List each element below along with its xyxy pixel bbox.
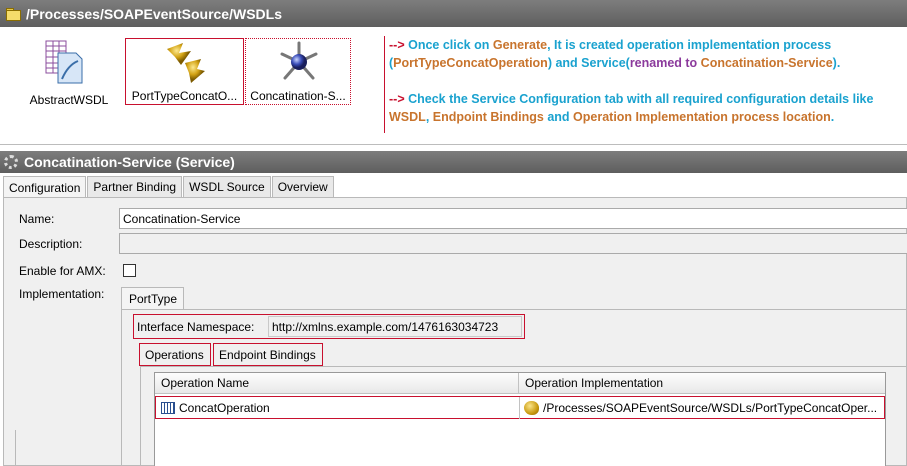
- operations-table: Operation Name Operation Implementation …: [154, 372, 886, 466]
- operation-name-cell: ConcatOperation: [156, 397, 520, 419]
- path-bar-title: /Processes/SOAPEventSource/WSDLs: [26, 5, 282, 22]
- name-field[interactable]: Concatination-Service: [119, 208, 907, 229]
- operation-implementation-cell: /Processes/SOAPEventSource/WSDLs/PortTyp…: [520, 397, 884, 419]
- annotation-line-1: --> Once click on Generate, It is create…: [389, 38, 841, 70]
- column-header-operation-implementation[interactable]: Operation Implementation: [519, 373, 885, 394]
- interface-namespace-field[interactable]: http://xmlns.example.com/1476163034723: [268, 316, 522, 337]
- resource-label: PortTypeConcatO...: [131, 89, 238, 103]
- tab-partner-binding[interactable]: Partner Binding: [87, 176, 183, 197]
- implementation-label: Implementation:: [19, 287, 105, 301]
- tab-overview[interactable]: Overview: [271, 176, 334, 197]
- operation-name: ConcatOperation: [179, 401, 270, 415]
- service-node-icon: [280, 41, 318, 80]
- tab-wsdl-source[interactable]: WSDL Source: [183, 176, 271, 197]
- annotation-line-2: --> Check the Service Configuration tab …: [389, 92, 874, 124]
- service-title: Concatination-Service (Service): [24, 154, 235, 170]
- resource-label: AbstractWSDL: [29, 93, 109, 107]
- process-gears-icon: [167, 43, 205, 83]
- resource-abstract-wsdl[interactable]: AbstractWSDL: [24, 31, 114, 109]
- description-field[interactable]: [119, 233, 907, 254]
- enable-amx-checkbox[interactable]: [123, 264, 136, 277]
- table-row[interactable]: ConcatOperation /Processes/SOAPEventSour…: [155, 396, 885, 419]
- annotation-note: --> Once click on Generate, It is create…: [384, 36, 884, 133]
- description-label: Description:: [19, 237, 83, 251]
- tab-port-type[interactable]: PortType: [121, 287, 184, 310]
- config-tabs: Configuration Partner Binding WSDL Sourc…: [3, 176, 335, 198]
- resource-port-type-process[interactable]: PortTypeConcatO...: [125, 38, 244, 105]
- tab-operations[interactable]: Operations: [139, 343, 211, 366]
- tab-configuration[interactable]: Configuration: [3, 176, 87, 198]
- column-header-operation-name[interactable]: Operation Name: [155, 373, 519, 394]
- process-icon: [524, 401, 539, 415]
- operation-icon: [161, 402, 175, 414]
- service-title-bar: Concatination-Service (Service): [0, 151, 907, 173]
- divider: [15, 430, 16, 466]
- interface-namespace-label: Interface Namespace:: [137, 320, 255, 334]
- configuration-panel: Name: Concatination-Service Description:…: [3, 197, 907, 466]
- tab-endpoint-bindings[interactable]: Endpoint Bindings: [213, 343, 323, 366]
- folder-icon: [6, 7, 21, 21]
- operation-implementation: /Processes/SOAPEventSource/WSDLs/PortTyp…: [543, 401, 878, 415]
- enable-amx-label: Enable for AMX:: [19, 264, 106, 278]
- path-bar: /Processes/SOAPEventSource/WSDLs: [0, 0, 907, 27]
- service-gear-icon: [4, 155, 18, 169]
- wsdl-document-icon: [45, 40, 83, 84]
- resource-label: Concatination-S...: [250, 89, 346, 103]
- name-label: Name:: [19, 212, 55, 226]
- interface-namespace-row: Interface Namespace: http://xmlns.exampl…: [133, 314, 525, 339]
- resource-concatination-service[interactable]: Concatination-S...: [245, 38, 351, 105]
